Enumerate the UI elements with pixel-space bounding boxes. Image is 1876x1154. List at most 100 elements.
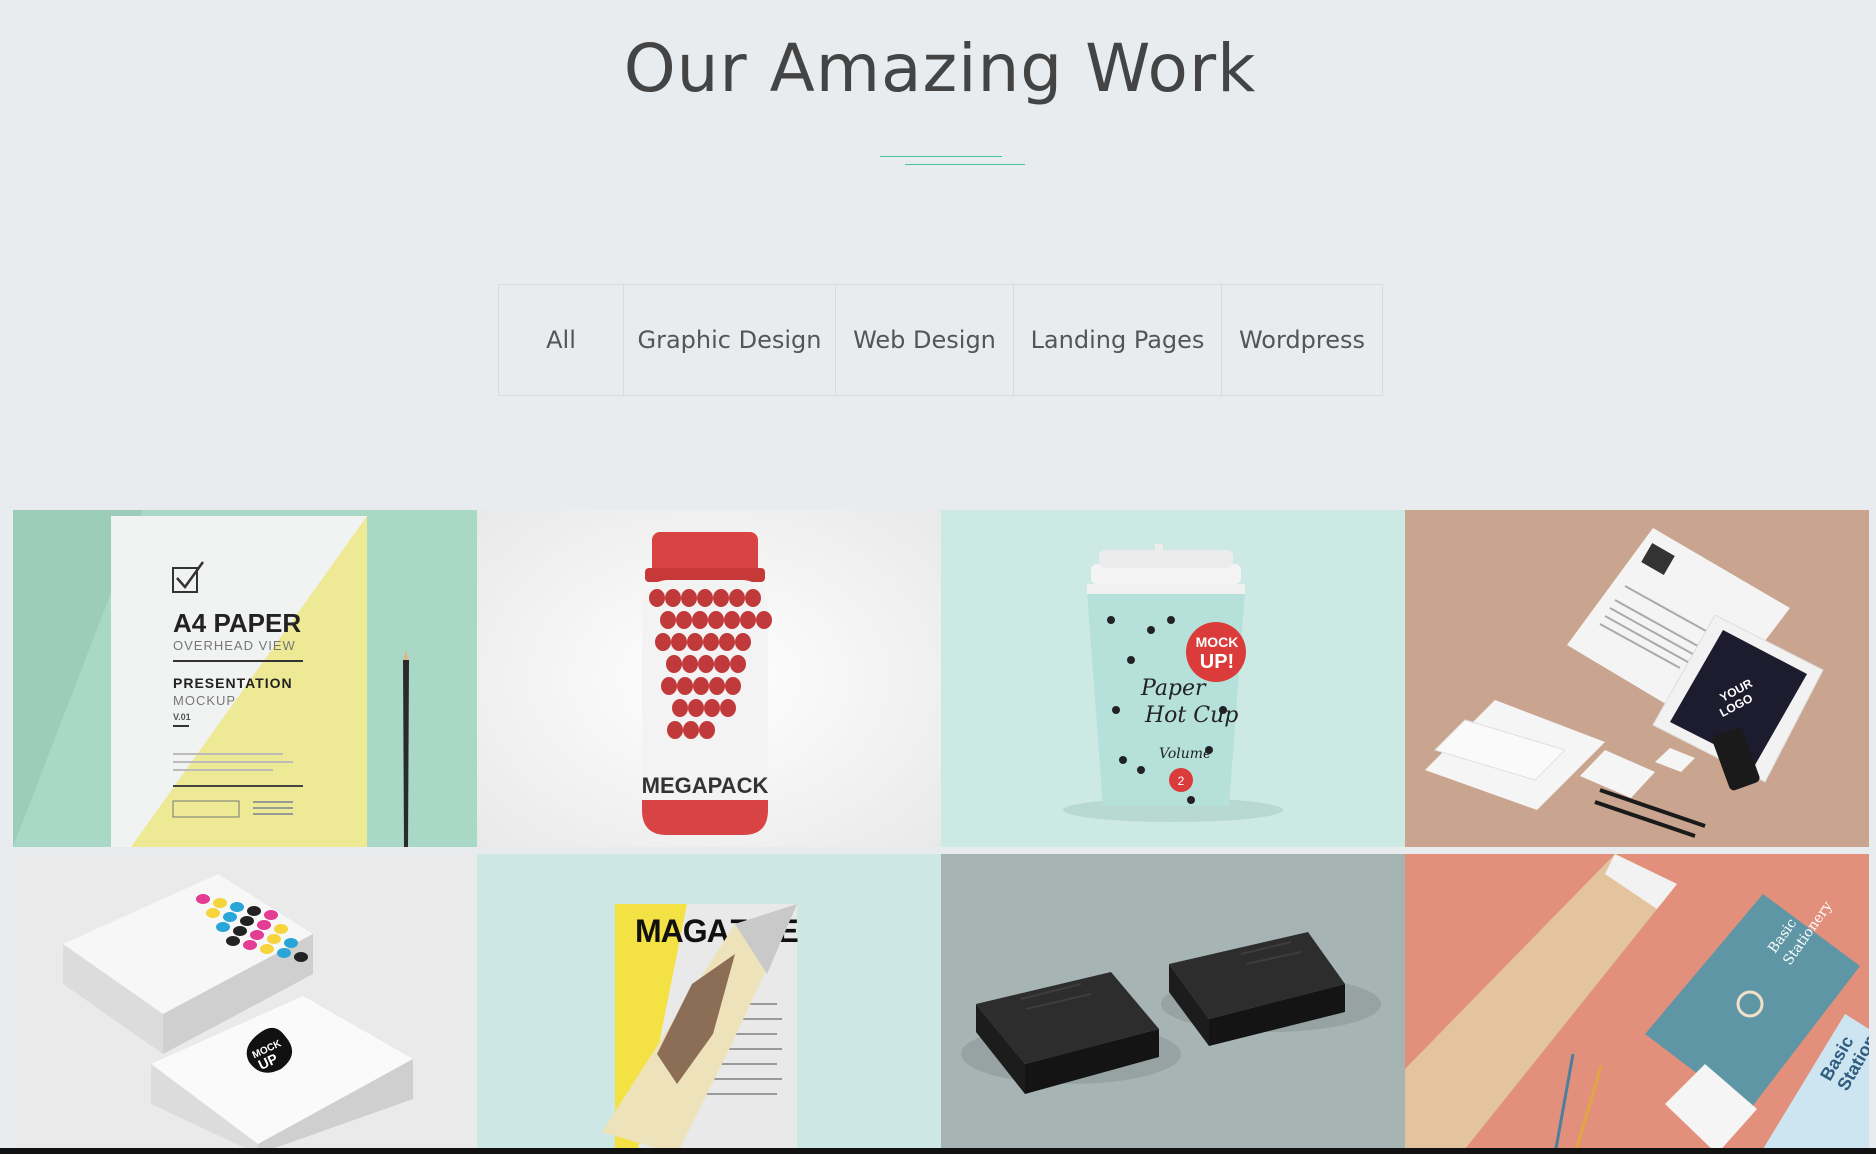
tile-text: MOCK	[1196, 634, 1239, 650]
section-title: Our Amazing Work	[623, 30, 1257, 107]
pill-dot	[698, 655, 714, 673]
cmyk-dot	[223, 912, 237, 922]
pill-dot	[714, 655, 730, 673]
pill-dot	[735, 633, 751, 651]
cup-dot	[1119, 756, 1127, 764]
cmyk-dot	[196, 894, 210, 904]
pill-dot	[708, 611, 724, 629]
filter-wordpress[interactable]: Wordpress	[1222, 284, 1383, 396]
pill-dot	[730, 655, 746, 673]
pill-dot	[655, 633, 671, 651]
title-divider	[880, 156, 1002, 157]
pill-dot	[740, 611, 756, 629]
cmyk-dot	[247, 906, 261, 916]
pill-dot	[729, 589, 745, 607]
pill-dot	[699, 721, 715, 739]
basic-stationery-image: Basic Stationery Basic Stationery	[1405, 854, 1869, 1154]
cmyk-dot	[250, 930, 264, 940]
pill-dot	[671, 633, 687, 651]
pill-dot	[666, 655, 682, 673]
tile-text: MOCKUP	[173, 693, 236, 708]
filter-graphic-design[interactable]: Graphic Design	[624, 284, 836, 396]
pill-dot	[720, 699, 736, 717]
cmyk-dot	[216, 922, 230, 932]
pill-dot	[661, 677, 677, 695]
black-cards-image	[941, 854, 1405, 1154]
cup-dot	[1137, 766, 1145, 774]
title-divider-accent	[905, 164, 1025, 165]
pill-dot	[660, 611, 676, 629]
cup-dot	[1127, 656, 1135, 664]
pill-dot	[665, 589, 681, 607]
portfolio-item-stationery[interactable]: YOUR LOGO	[1405, 510, 1869, 847]
pill-dot	[713, 589, 729, 607]
pill-dot	[682, 655, 698, 673]
pill-dot	[687, 633, 703, 651]
tile-text: V.01	[173, 712, 191, 722]
tile-text: UP!	[1200, 651, 1234, 673]
a4-paper-image: A4 PAPER OVERHEAD VIEW PRESENTATION MOCK…	[13, 510, 477, 847]
pill-dot	[756, 611, 772, 629]
pill-dot	[724, 611, 740, 629]
cup-dot	[1167, 616, 1175, 624]
portfolio-item-black-cards[interactable]	[941, 854, 1405, 1154]
filter-web-design[interactable]: Web Design	[836, 284, 1014, 396]
tile-text: MEGAPACK	[642, 773, 769, 798]
cmyk-dot	[226, 936, 240, 946]
tile-text: 2	[1178, 774, 1185, 788]
cmyk-dot	[274, 924, 288, 934]
portfolio-item-basic-stationery[interactable]: Basic Stationery Basic Stationery	[1405, 854, 1869, 1154]
filter-landing-pages[interactable]: Landing Pages	[1014, 284, 1222, 396]
cmyk-dot	[267, 934, 281, 944]
portfolio-item-business-cards[interactable]: MOCK UP	[13, 854, 477, 1154]
cmyk-dot	[294, 952, 308, 962]
cmyk-dot	[206, 908, 220, 918]
tile-text: A4 PAPER	[173, 608, 301, 638]
tile-text: Hot Cup	[1144, 703, 1238, 728]
portfolio-item-hot-cup[interactable]: MOCK UP! Paper Hot Cup Volume 2	[941, 510, 1405, 847]
tile-text: Volume	[1159, 746, 1211, 762]
cmyk-dot	[230, 902, 244, 912]
pill-dot	[725, 677, 741, 695]
portfolio-item-magazine[interactable]: MAGAZINE	[477, 854, 941, 1154]
tile-text: PRESENTATION	[173, 675, 293, 691]
filter-all[interactable]: All	[498, 284, 624, 396]
cmyk-dot	[284, 938, 298, 948]
cup-dot	[1107, 616, 1115, 624]
pill-dot	[704, 699, 720, 717]
pill-dot	[703, 633, 719, 651]
cmyk-dot	[277, 948, 291, 958]
pill-dot	[649, 589, 665, 607]
pill-dot	[697, 589, 713, 607]
cup-dot	[1187, 796, 1195, 804]
hot-cup-image: MOCK UP! Paper Hot Cup Volume 2	[941, 510, 1405, 847]
tile-text: OVERHEAD VIEW	[173, 638, 296, 653]
cmyk-dot	[260, 944, 274, 954]
megapack-image: MEGAPACK	[477, 510, 941, 847]
pill-dot	[709, 677, 725, 695]
tile-text: Paper	[1140, 676, 1207, 701]
pill-dot	[676, 611, 692, 629]
pill-dot	[677, 677, 693, 695]
pill-dot	[693, 677, 709, 695]
magazine-image: MAGAZINE	[477, 854, 941, 1154]
cmyk-dot	[240, 916, 254, 926]
cmyk-dot	[243, 940, 257, 950]
stationery-image: YOUR LOGO	[1405, 510, 1869, 847]
portfolio-item-megapack[interactable]: MEGAPACK	[477, 510, 941, 847]
pill-dot	[692, 611, 708, 629]
portfolio-item-a4-paper[interactable]: A4 PAPER OVERHEAD VIEW PRESENTATION MOCK…	[13, 510, 477, 847]
pill-dot	[683, 721, 699, 739]
business-cards-image: MOCK UP	[13, 854, 477, 1154]
portfolio-filter-bar: All Graphic Design Web Design Landing Pa…	[498, 284, 1383, 396]
cmyk-dot	[257, 920, 271, 930]
pill-dot	[672, 699, 688, 717]
cup-dot	[1147, 626, 1155, 634]
page-bottom-edge	[0, 1148, 1876, 1154]
pill-dot	[688, 699, 704, 717]
cmyk-dot	[233, 926, 247, 936]
cup-dot	[1112, 706, 1120, 714]
pill-dot	[667, 721, 683, 739]
pill-dot	[745, 589, 761, 607]
cmyk-dot	[213, 898, 227, 908]
